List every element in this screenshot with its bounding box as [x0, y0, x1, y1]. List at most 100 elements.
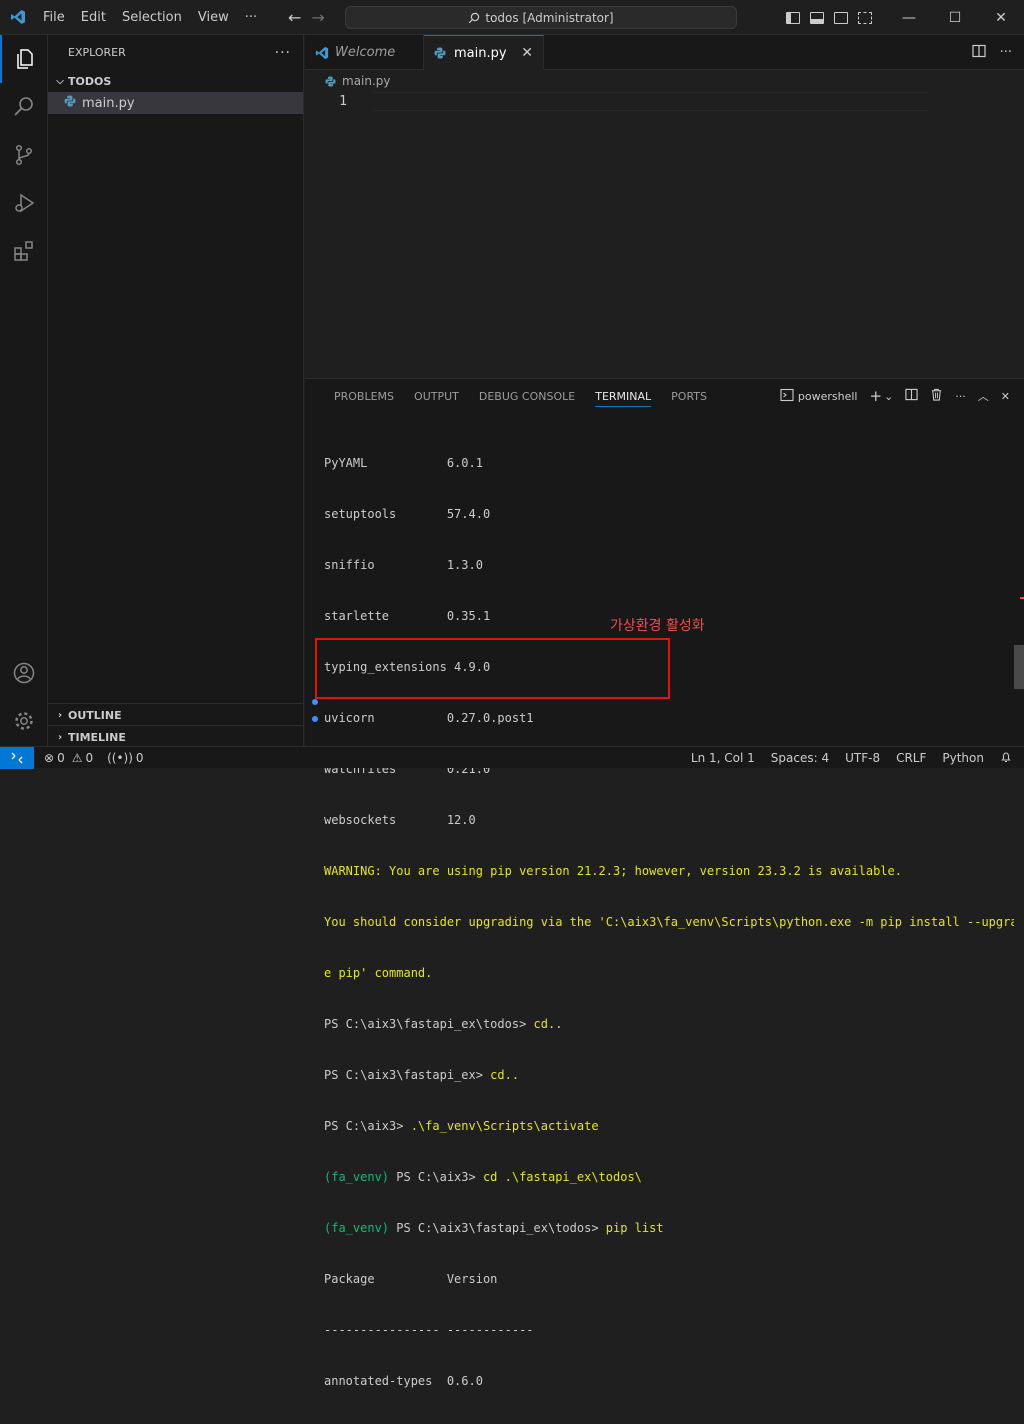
tab-label: Welcome	[335, 45, 396, 60]
menu-view[interactable]: View	[190, 0, 237, 35]
layout-controls	[786, 0, 872, 35]
menu-selection[interactable]: Selection	[114, 0, 190, 35]
terminal-line: uvicorn 0.27.0.post1	[324, 711, 534, 725]
minimize-button[interactable]: —	[886, 0, 932, 35]
chevron-down-icon: ⌵	[56, 75, 64, 87]
menu-edit[interactable]: Edit	[73, 0, 114, 35]
window-controls: — ☐ ✕	[886, 0, 1024, 35]
outline-label: OUTLINE	[68, 708, 122, 722]
annotation-label: 가상환경 활성화	[610, 618, 705, 634]
terminal-line: PyYAML 6.0.1	[324, 456, 483, 470]
terminal-icon	[780, 388, 794, 405]
customize-layout-icon[interactable]	[858, 11, 872, 24]
search-icon[interactable]	[0, 83, 48, 131]
breadcrumb-file[interactable]: main.py	[342, 74, 391, 88]
more-actions-icon[interactable]: ···	[955, 390, 966, 403]
forward-arrow-icon[interactable]: →	[311, 8, 324, 27]
terminal-line: ---------------- ------------	[324, 1323, 534, 1337]
explorer-title: EXPLORER	[68, 46, 126, 59]
outline-section[interactable]: › OUTLINE	[48, 703, 303, 726]
command-center-label: todos [Administrator]	[485, 10, 614, 25]
maximize-panel-icon[interactable]: ︿	[978, 388, 989, 404]
activity-bar	[0, 35, 48, 746]
terminal-line: setuptools 57.4.0	[324, 507, 491, 521]
python-file-icon	[434, 47, 446, 59]
shell-name[interactable]: powershell	[798, 390, 858, 403]
menu-more[interactable]: ···	[237, 0, 265, 35]
python-file-icon	[325, 75, 336, 87]
explorer-header: EXPLORER ···	[48, 35, 303, 70]
back-arrow-icon[interactable]: ←	[288, 8, 301, 27]
terminal-prompt-line: PS C:\aix3> .\fa_venv\Scripts\activate	[324, 1119, 599, 1133]
file-item-main-py[interactable]: main.py	[48, 92, 303, 114]
status-right: Ln 1, Col 1 Spaces: 4 UTF-8 CRLF Python	[691, 747, 1012, 769]
tab-terminal[interactable]: TERMINAL	[585, 379, 661, 413]
terminal-line: annotated-types 0.6.0	[324, 1374, 483, 1388]
source-control-icon[interactable]	[0, 131, 48, 179]
terminal-venv-line: (fa_venv) PS C:\aix3> cd .\fastapi_ex\to…	[324, 1170, 642, 1184]
terminal-venv-line: (fa_venv) PS C:\aix3\fastapi_ex\todos> p…	[324, 1221, 664, 1235]
problems-status[interactable]: ⊗ 0 ⚠ 0	[44, 751, 93, 765]
tab-welcome[interactable]: Welcome	[305, 35, 424, 70]
toggle-secondary-sidebar-icon[interactable]	[834, 11, 848, 24]
ports-status[interactable]: ((•)) 0	[107, 751, 143, 765]
notifications-bell-icon[interactable]	[1000, 751, 1012, 766]
status-bar: ⊗ 0 ⚠ 0 ((•)) 0 Ln 1, Col 1 Spaces: 4 UT…	[0, 746, 1024, 769]
language-mode[interactable]: Python	[942, 751, 984, 765]
split-editor-icon[interactable]	[971, 44, 986, 62]
toggle-panel-icon[interactable]	[810, 11, 824, 24]
terminal-line: sniffio 1.3.0	[324, 558, 483, 572]
explorer-icon[interactable]	[0, 35, 48, 83]
terminal-prompt-line: PS C:\aix3\fastapi_ex\todos> cd..	[324, 1017, 563, 1031]
split-terminal-icon[interactable]	[905, 388, 918, 404]
settings-gear-icon[interactable]	[0, 697, 48, 745]
run-debug-icon[interactable]	[0, 179, 48, 227]
timeline-section[interactable]: › TIMELINE	[48, 725, 303, 748]
code-line[interactable]: 1	[305, 92, 1024, 111]
line-ending[interactable]: CRLF	[896, 751, 926, 765]
tab-problems[interactable]: PROBLEMS	[324, 379, 404, 413]
current-line-highlight	[373, 92, 929, 111]
folder-todos[interactable]: ⌵ TODOS	[48, 70, 303, 92]
editor-area: Welcome main.py ✕ ··· main.py 1	[305, 35, 1024, 378]
warning-icon: ⚠	[71, 750, 83, 765]
tab-output[interactable]: OUTPUT	[404, 379, 469, 413]
accounts-icon[interactable]	[0, 649, 48, 697]
tab-main-py[interactable]: main.py ✕	[424, 35, 544, 70]
broadcast-icon: ((•))	[107, 750, 133, 765]
command-decoration-dot[interactable]	[312, 716, 318, 722]
close-panel-icon[interactable]: ✕	[1001, 390, 1010, 403]
chevron-down-icon[interactable]: ⌄	[884, 390, 893, 403]
warning-count: 0	[85, 750, 94, 765]
menu-file[interactable]: File	[35, 0, 73, 35]
remote-indicator-icon[interactable]	[0, 746, 34, 769]
explorer-more-actions[interactable]: ···	[275, 45, 291, 61]
close-window-button[interactable]: ✕	[978, 0, 1024, 35]
chevron-right-icon: ›	[57, 731, 63, 743]
maximize-button[interactable]: ☐	[932, 0, 978, 35]
close-icon[interactable]: ✕	[521, 45, 533, 61]
terminal-output[interactable]: PyYAML 6.0.1 setuptools 57.4.0 sniffio 1…	[324, 421, 1014, 1424]
tab-debug-console[interactable]: DEBUG CONSOLE	[469, 379, 585, 413]
toggle-primary-sidebar-icon[interactable]	[786, 11, 800, 24]
extensions-icon[interactable]	[0, 227, 48, 275]
command-decoration-dot[interactable]	[312, 699, 318, 705]
chevron-right-icon: ›	[57, 709, 63, 721]
command-center[interactable]: todos [Administrator]	[345, 6, 737, 29]
annotation-highlight-box	[315, 638, 670, 699]
error-icon: ⊗	[44, 750, 55, 765]
terminal-actions: powershell + ⌄ ··· ︿ ✕	[780, 379, 1010, 413]
editor-actions: ···	[971, 35, 1012, 70]
cursor-position[interactable]: Ln 1, Col 1	[691, 751, 755, 765]
encoding[interactable]: UTF-8	[845, 751, 880, 765]
file-name: main.py	[82, 95, 135, 111]
terminal-scrollbar[interactable]	[1014, 645, 1024, 689]
more-actions-icon[interactable]: ···	[1000, 45, 1012, 60]
trash-icon[interactable]	[930, 388, 943, 404]
indentation[interactable]: Spaces: 4	[771, 751, 829, 765]
tab-ports[interactable]: PORTS	[661, 379, 717, 413]
tab-label: main.py	[454, 45, 507, 61]
timeline-label: TIMELINE	[68, 730, 126, 744]
terminal-warning-line: e pip' command.	[324, 966, 433, 980]
new-terminal-icon[interactable]: +	[869, 387, 882, 405]
